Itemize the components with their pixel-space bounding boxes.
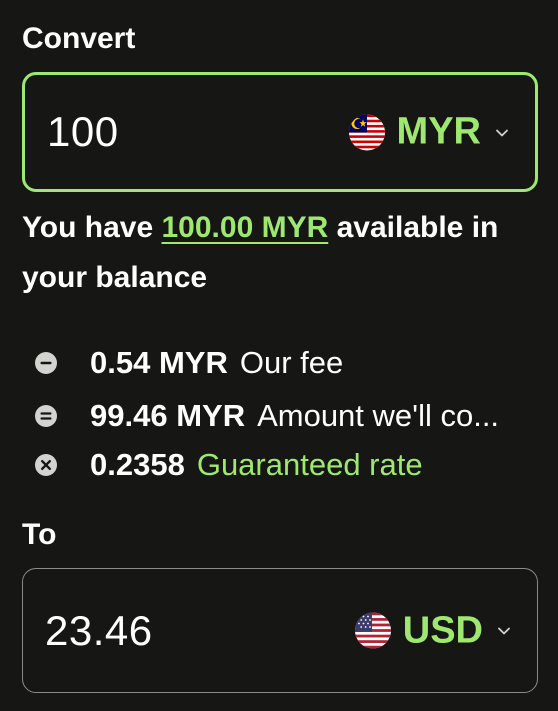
to-amount-box[interactable]: 23.46 USD <box>22 568 538 693</box>
balance-amount-link[interactable]: 100.00 MYR <box>162 211 329 244</box>
convert-amount-input[interactable]: 100 <box>47 108 119 156</box>
fee-value: 0.54 MYR <box>90 345 228 380</box>
malaysia-flag-icon <box>348 114 385 150</box>
target-currency-selector[interactable]: USD <box>354 609 513 652</box>
fee-row: 0.54 MYR Our fee <box>34 343 554 383</box>
converted-amount-value: 99.46 MYR <box>90 398 246 433</box>
source-currency-selector[interactable]: MYR <box>348 110 511 154</box>
chevron-down-icon <box>496 129 508 136</box>
convert-amount-box[interactable]: 100 MYR <box>22 72 538 192</box>
rate-value: 0.2358 <box>90 447 185 482</box>
fee-description: Our fee <box>239 345 344 380</box>
balance-text: You have 100.00 MYR available in your ba… <box>22 203 542 303</box>
converted-amount-row: 99.46 MYR Amount we'll co... <box>34 396 554 436</box>
rate-row: 0.2358 Guaranteed rate <box>34 445 554 485</box>
multiply-circle-icon <box>35 454 57 476</box>
to-label: To <box>22 518 57 551</box>
balance-prefix: You have <box>22 211 154 244</box>
chevron-down-icon <box>498 627 510 635</box>
target-currency-code: USD <box>402 609 483 651</box>
guaranteed-rate-link[interactable]: Guaranteed rate <box>197 447 423 483</box>
to-amount-input[interactable]: 23.46 <box>45 607 153 655</box>
converted-amount-description: Amount we'll co... <box>257 398 500 433</box>
usa-flag-icon <box>354 612 391 649</box>
minus-circle-icon <box>35 352 57 374</box>
equals-circle-icon <box>35 405 57 427</box>
source-currency-code: MYR <box>396 110 481 153</box>
convert-label: Convert <box>22 22 136 55</box>
